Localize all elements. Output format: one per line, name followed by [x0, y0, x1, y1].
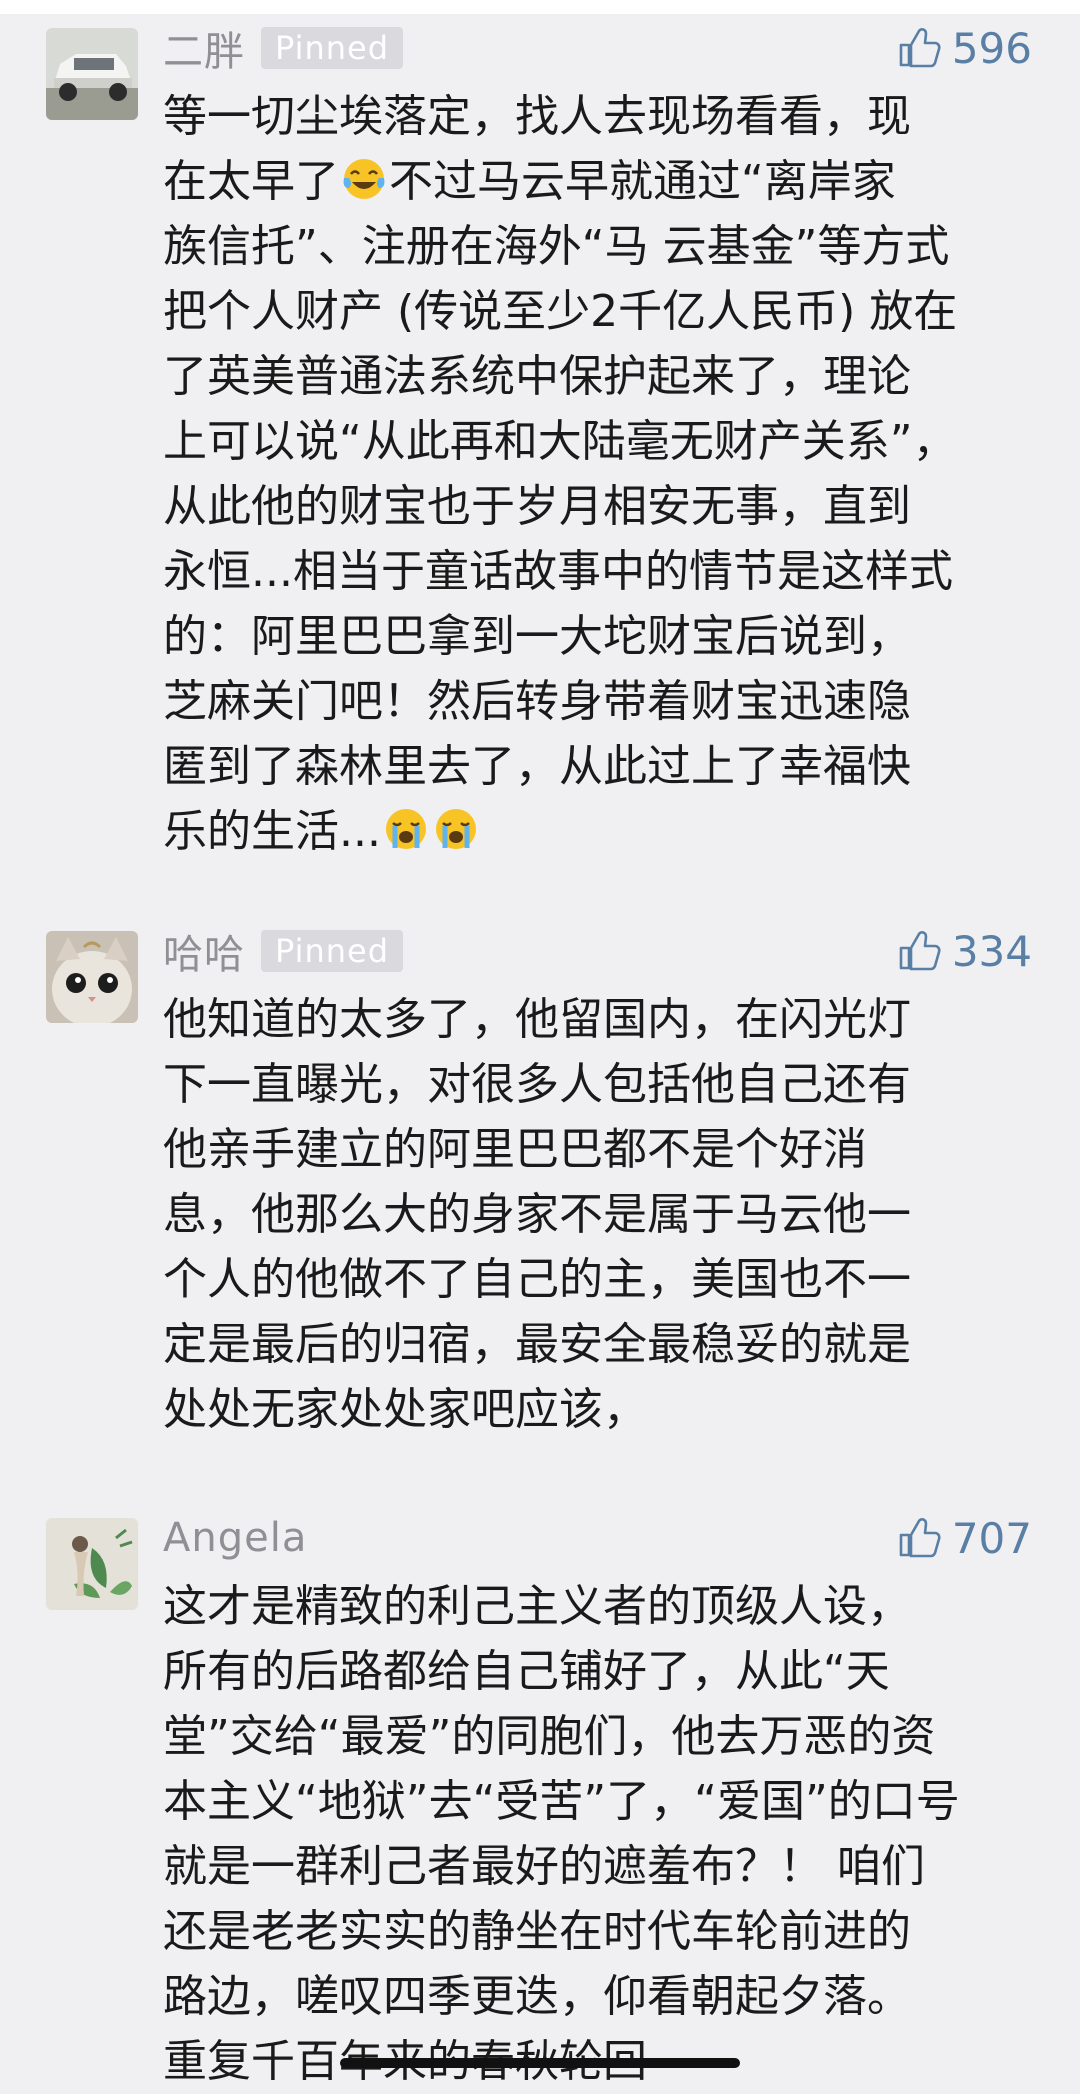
- like-count: 334: [951, 926, 1032, 976]
- comment-line: 本主义“地狱”去“受苦”了，“爱国”的口号: [163, 1776, 960, 1827]
- avatar[interactable]: [46, 1518, 138, 1610]
- top-edge: [0, 0, 1080, 14]
- like-button[interactable]: 596: [896, 22, 1032, 74]
- username[interactable]: 哈哈: [163, 922, 245, 980]
- comment-line: 他知道的太多了，他留国内，在闪光灯: [163, 994, 911, 1045]
- comment-text: 等一切尘埃落定，找人去现场看看，现 在太早了 不过马云早就通过“离岸家 族信托”、…: [163, 84, 1043, 864]
- cat-avatar-image: [46, 931, 138, 1023]
- comment-line: 芝麻关门吧！然后转身带着财宝迅速隐: [163, 676, 911, 727]
- like-button[interactable]: 334: [896, 925, 1032, 977]
- comment-line: 把个人财产 (传说至少2千亿人民币) 放在: [163, 286, 958, 337]
- comment-text: 他知道的太多了，他留国内，在闪光灯 下一直曝光，对很多人包括他自己还有 他亲手建…: [163, 987, 1043, 1442]
- comment-line: 就是一群利己者最好的遮羞布？！ 咱们: [163, 1841, 925, 1892]
- comment-line: 上可以说“从此再和大陆毫无财产关系”，: [163, 416, 957, 467]
- like-count: 596: [951, 23, 1032, 73]
- comment-line: 在太早了 不过马云早就通过“离岸家: [163, 149, 1043, 214]
- comment-header: 二胖 Pinned: [163, 19, 404, 77]
- pinned-badge: Pinned: [261, 27, 404, 69]
- comment-line-part: 乐的生活...: [163, 806, 381, 857]
- comment-line: 的：阿里巴巴拿到一大坨财宝后说到，: [163, 611, 911, 662]
- comment-line: 匿到了森林里去了，从此过上了幸福快: [163, 741, 911, 792]
- like-button[interactable]: 707: [896, 1512, 1032, 1564]
- comment-line: 了英美普通法系统中保护起来了，理论: [163, 351, 911, 402]
- thumbs-up-icon: [899, 1518, 941, 1558]
- thumbs-up-icon: [899, 28, 941, 68]
- comment-line: 他亲手建立的阿里巴巴都不是个好消: [163, 1124, 867, 1175]
- plant-avatar-image: [46, 1518, 138, 1610]
- comment-line: 所有的后路都给自己铺好了，从此“天: [163, 1646, 890, 1697]
- username[interactable]: Angela: [163, 1515, 307, 1561]
- comment-header: 哈哈 Pinned: [163, 922, 404, 980]
- comment-line: 这才是精致的利己主义者的顶级人设，: [163, 1581, 911, 1632]
- avatar[interactable]: [46, 28, 138, 120]
- comment-header: Angela: [163, 1512, 307, 1564]
- comment-line: 下一直曝光，对很多人包括他自己还有: [163, 1059, 911, 1110]
- comment-line: 等一切尘埃落定，找人去现场看看，现: [163, 91, 911, 142]
- avatar[interactable]: [46, 931, 138, 1023]
- comment-line: 还是老老实实的静坐在时代车轮前进的: [163, 1906, 911, 1957]
- comment-line: 从此他的财宝也于岁月相安无事，直到: [163, 481, 911, 532]
- loudly-crying-emoji: [435, 809, 476, 849]
- pinned-badge: Pinned: [261, 930, 404, 972]
- comment-line: 处处无家处处家吧应该，: [163, 1384, 647, 1435]
- comment-line: 永恒...相当于童话故事中的情节是这样式: [163, 546, 953, 597]
- username[interactable]: 二胖: [163, 19, 245, 77]
- comment-text: 这才是精致的利己主义者的顶级人设， 所有的后路都给自己铺好了，从此“天 堂”交给…: [163, 1574, 1043, 2094]
- comment-line-part: 在太早了: [163, 156, 339, 207]
- comment-line: 堂”交给“最爱”的同胞们，他去万恶的资: [163, 1711, 936, 1762]
- loudly-crying-emoji: [385, 809, 426, 849]
- comment-line: 族信托”、注册在海外“马 云基金”等方式: [163, 221, 950, 272]
- car-avatar-image: [46, 28, 138, 120]
- comment-line: 个人的他做不了自己的主，美国也不一: [163, 1254, 911, 1305]
- home-indicator: [340, 2058, 740, 2068]
- thumbs-up-icon: [899, 931, 941, 971]
- like-count: 707: [951, 1513, 1032, 1563]
- comment-line: 路边，嗟叹四季更迭，仰看朝起夕落。: [163, 1971, 911, 2022]
- tears-of-joy-emoji: [343, 159, 385, 199]
- comment-line-part: 不过马云早就通过“离岸家: [389, 156, 896, 207]
- comment-line: 定是最后的归宿，最安全最稳妥的就是: [163, 1319, 911, 1370]
- comment-line: 息，他那么大的身家不是属于马云他一: [163, 1189, 911, 1240]
- comment-line: 乐的生活...: [163, 799, 1043, 864]
